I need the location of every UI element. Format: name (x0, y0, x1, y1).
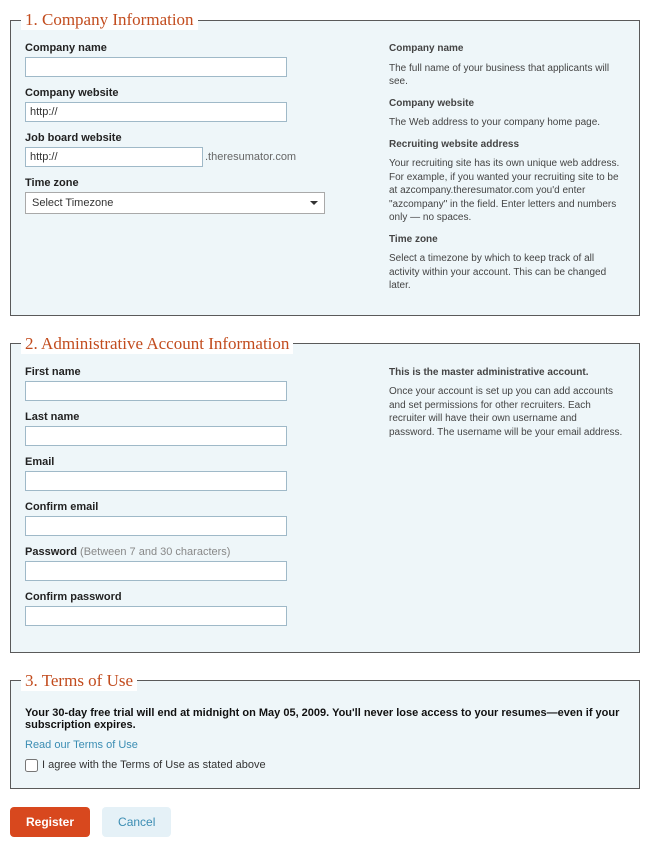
section2-help: This is the master administrative accoun… (389, 366, 625, 636)
section-terms-of-use: 3. Terms of Use Your 30-day free trial w… (10, 671, 640, 789)
company-website-input[interactable] (25, 102, 287, 122)
section1-help: Company name The full name of your busin… (389, 42, 625, 299)
section3-legend: 3. Terms of Use (21, 671, 137, 691)
field-company-name: Company name (25, 42, 365, 77)
agree-checkbox[interactable] (25, 759, 38, 772)
job-board-label: Job board website (25, 132, 365, 144)
help-company-website-heading: Company website (389, 97, 625, 111)
help-timezone-heading: Time zone (389, 233, 625, 247)
field-password: Password (Between 7 and 30 characters) (25, 546, 365, 581)
password-hint: (Between 7 and 30 characters) (80, 546, 230, 558)
help-admin-text: Once your account is set up you can add … (389, 385, 625, 439)
company-name-label: Company name (25, 42, 365, 54)
email-label: Email (25, 456, 365, 468)
agree-row: I agree with the Terms of Use as stated … (25, 759, 625, 772)
confirm-email-label: Confirm email (25, 501, 365, 513)
help-company-website-text: The Web address to your company home pag… (389, 116, 625, 130)
help-company-name-text: The full name of your business that appl… (389, 62, 625, 89)
confirm-password-label: Confirm password (25, 591, 365, 603)
button-row: Register Cancel (10, 807, 640, 837)
section-admin-account: 2. Administrative Account Information Fi… (10, 334, 640, 653)
help-timezone-text: Select a timezone by which to keep track… (389, 252, 625, 293)
agree-label: I agree with the Terms of Use as stated … (42, 759, 266, 771)
password-input[interactable] (25, 561, 287, 581)
timezone-selected-text: Select Timezone (32, 197, 113, 209)
password-label: Password (Between 7 and 30 characters) (25, 546, 365, 558)
company-website-label: Company website (25, 87, 365, 99)
field-job-board: Job board website .theresumator.com (25, 132, 365, 167)
trial-expiry-text: Your 30-day free trial will end at midni… (25, 707, 625, 731)
terms-of-use-link[interactable]: Read our Terms of Use (25, 739, 138, 751)
field-first-name: First name (25, 366, 365, 401)
chevron-down-icon (310, 201, 318, 205)
confirm-email-input[interactable] (25, 516, 287, 536)
company-name-input[interactable] (25, 57, 287, 77)
help-admin-heading: This is the master administrative accoun… (389, 366, 625, 380)
help-company-name-heading: Company name (389, 42, 625, 56)
help-recruiting-address-text: Your recruiting site has its own unique … (389, 157, 625, 225)
cancel-button[interactable]: Cancel (102, 807, 171, 837)
section1-fields: Company name Company website Job board w… (25, 42, 365, 299)
section2-fields: First name Last name Email Confirm email… (25, 366, 365, 636)
password-label-text: Password (25, 546, 77, 558)
timezone-select[interactable]: Select Timezone (25, 192, 325, 214)
confirm-password-input[interactable] (25, 606, 287, 626)
first-name-label: First name (25, 366, 365, 378)
first-name-input[interactable] (25, 381, 287, 401)
field-confirm-email: Confirm email (25, 501, 365, 536)
register-button[interactable]: Register (10, 807, 90, 837)
field-company-website: Company website (25, 87, 365, 122)
section-company-information: 1. Company Information Company name Comp… (10, 10, 640, 316)
timezone-label: Time zone (25, 177, 365, 189)
field-confirm-password: Confirm password (25, 591, 365, 626)
field-email: Email (25, 456, 365, 491)
field-timezone: Time zone Select Timezone (25, 177, 365, 214)
job-board-suffix: .theresumator.com (205, 151, 296, 163)
last-name-input[interactable] (25, 426, 287, 446)
field-last-name: Last name (25, 411, 365, 446)
email-input[interactable] (25, 471, 287, 491)
job-board-input[interactable] (25, 147, 203, 167)
last-name-label: Last name (25, 411, 365, 423)
section2-legend: 2. Administrative Account Information (21, 334, 293, 354)
section1-legend: 1. Company Information (21, 10, 198, 30)
help-recruiting-address-heading: Recruiting website address (389, 138, 625, 152)
